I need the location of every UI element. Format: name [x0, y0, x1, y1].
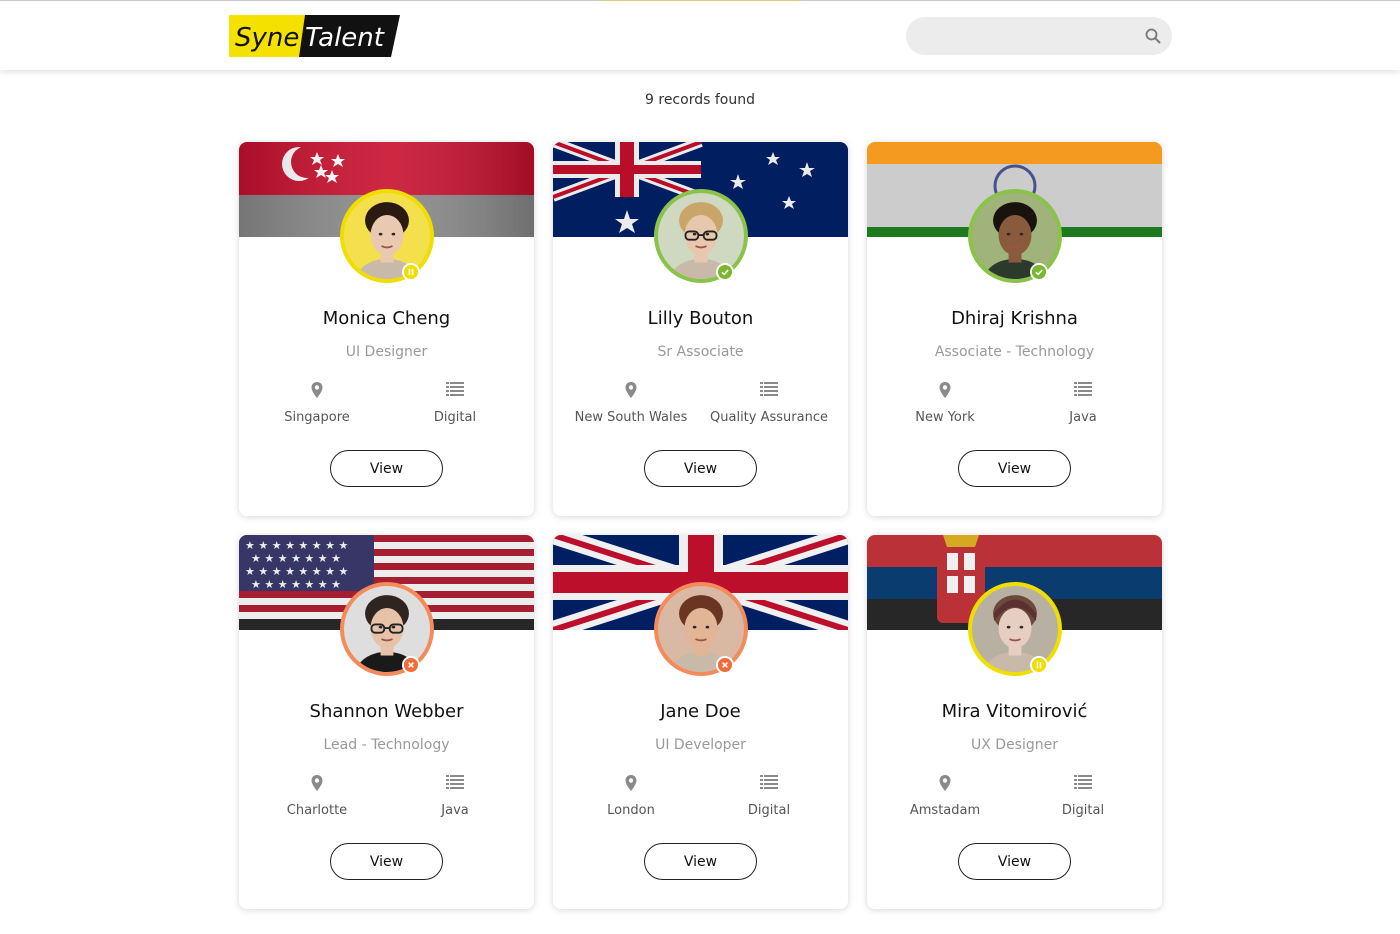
location-pin-icon — [308, 774, 326, 791]
svg-text:Syne: Syne — [235, 23, 299, 53]
view-button[interactable]: View — [330, 843, 443, 880]
profile-role: UX Designer — [971, 737, 1058, 753]
view-button[interactable]: View — [330, 450, 443, 487]
status-active-icon — [716, 263, 734, 281]
svg-text:Talent: Talent — [305, 23, 385, 53]
avatar[interactable] — [340, 189, 434, 283]
records-count: 9 records found — [645, 92, 755, 108]
location-pin-icon — [622, 381, 640, 398]
profile-role: UI Designer — [345, 344, 428, 360]
top-navbar: Syne Talent — [0, 0, 1400, 70]
profile-role: Lead - Technology — [323, 737, 450, 753]
profile-role: UI Developer — [655, 737, 746, 753]
top-accent-line — [600, 0, 800, 1]
avatar[interactable] — [968, 582, 1062, 676]
search-bar[interactable] — [906, 17, 1172, 55]
profile-card: Lilly Bouton Sr Associate New South Wale… — [553, 142, 848, 516]
profile-department: Java — [441, 803, 469, 818]
status-paused-icon — [1030, 656, 1048, 674]
profile-role: Sr Associate — [657, 344, 744, 360]
view-button[interactable]: View — [958, 843, 1071, 880]
synetalent-logo[interactable]: Syne Talent — [229, 15, 400, 57]
profile-location: London — [607, 803, 655, 818]
profile-name: Monica Cheng — [322, 308, 451, 329]
profile-name: Dhiraj Krishna — [951, 308, 1078, 329]
status-paused-icon — [402, 263, 420, 281]
profile-department: Digital — [1061, 803, 1105, 818]
location-pin-icon — [622, 774, 640, 791]
status-active-icon — [1030, 263, 1048, 281]
location-pin-icon — [936, 381, 954, 398]
profile-card: Dhiraj Krishna Associate - Technology Ne… — [867, 142, 1162, 516]
profile-card: Jane Doe UI Developer London Digital Vie… — [553, 535, 848, 909]
profile-department: Quality Assurance — [710, 410, 828, 425]
view-button[interactable]: View — [644, 450, 757, 487]
profile-location: Charlotte — [286, 803, 348, 818]
profile-location: New South Wales — [574, 410, 688, 425]
avatar[interactable] — [654, 582, 748, 676]
profile-location: Amstadam — [909, 803, 981, 818]
profile-location: New York — [915, 410, 975, 425]
list-icon — [760, 774, 778, 790]
profile-department: Java — [1069, 410, 1097, 425]
profile-name: Mira Vitomirović — [941, 701, 1088, 722]
profile-name: Shannon Webber — [309, 701, 464, 722]
profile-name: Jane Doe — [660, 701, 741, 722]
view-button[interactable]: View — [644, 843, 757, 880]
avatar[interactable] — [654, 189, 748, 283]
list-icon — [1074, 774, 1092, 790]
profile-card: ★ ★ ★ ★ ★ ★ ★ ★ ★ ★ ★ ★ ★ ★ ★ ★ ★ ★ ★ ★ ★… — [239, 535, 534, 909]
search-input[interactable] — [920, 17, 1140, 55]
list-icon — [446, 774, 464, 790]
avatar[interactable] — [968, 189, 1062, 283]
list-icon — [1074, 381, 1092, 397]
profile-department: Digital — [433, 410, 477, 425]
profile-role: Associate - Technology — [934, 344, 1095, 360]
profile-department: Digital — [747, 803, 791, 818]
status-inactive-icon — [402, 656, 420, 674]
view-button[interactable]: View — [958, 450, 1071, 487]
list-icon — [446, 381, 464, 397]
status-inactive-icon — [716, 656, 734, 674]
profile-card: Monica Cheng UI Designer Singapore Digit… — [239, 142, 534, 516]
profile-card: Mira Vitomirović UX Designer Amstadam Di… — [867, 535, 1162, 909]
profile-location: Singapore — [284, 410, 350, 425]
avatar[interactable] — [340, 582, 434, 676]
location-pin-icon — [936, 774, 954, 791]
profile-name: Lilly Bouton — [647, 308, 754, 329]
search-icon[interactable] — [1145, 28, 1161, 44]
list-icon — [760, 381, 778, 397]
location-pin-icon — [308, 381, 326, 398]
